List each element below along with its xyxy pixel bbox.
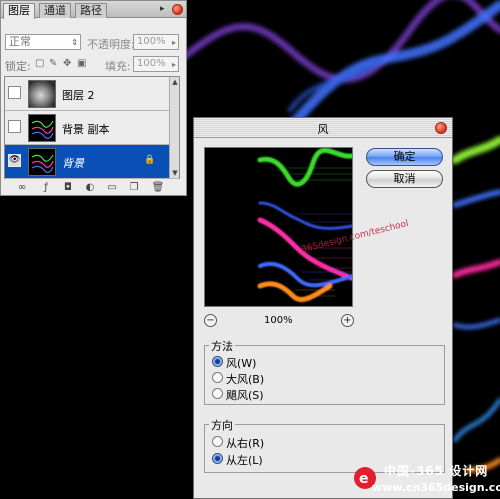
radio-dot [212, 436, 223, 447]
method-group: 方法 风(W) 大风(B) 飓风(S) [204, 338, 445, 405]
scroll-down-icon[interactable]: ▼ [170, 168, 180, 178]
zoom-level: 100% [264, 315, 293, 326]
direction-group-label: 方向 [209, 417, 235, 433]
radio-dot [212, 356, 223, 367]
blend-mode-select[interactable]: 正常 ⇕ [5, 34, 81, 50]
wind-dialog: 风 − 100% + 确定 取消 方法 风(W) 大风(B) 飓风(S) 方向 … [193, 117, 453, 499]
blend-mode-value: 正常 [9, 35, 31, 48]
dialog-titlebar[interactable]: 风 [194, 118, 452, 138]
radio-dot [212, 388, 223, 399]
panel-tab-bar: 图层 通道 路径 ▸ [1, 1, 186, 19]
radio-label: 大风(B) [226, 373, 265, 386]
layer-name: 背景 [62, 157, 84, 170]
opacity-label: 不透明度: [87, 38, 135, 51]
ok-button[interactable]: 确定 [366, 148, 443, 166]
panel-close-icon[interactable] [172, 4, 183, 15]
lock-all-icon[interactable]: ▣ [77, 59, 87, 69]
trash-icon[interactable]: 🗑 [151, 181, 165, 194]
layer-list: 图层 2 背景 副本 👁 背景 🔒 ▲ ▼ [4, 76, 180, 179]
lock-label: 锁定: [5, 60, 31, 73]
watermark-line1: 中国-365 设计网 [384, 464, 489, 478]
layer-thumbnail [28, 148, 56, 176]
link-icon[interactable]: ∞ [15, 181, 29, 194]
radio-label: 飓风(S) [226, 389, 264, 402]
fill-field[interactable]: 100% ▸ [133, 56, 179, 72]
folder-icon[interactable]: ▭ [105, 181, 119, 194]
cancel-button[interactable]: 取消 [366, 170, 443, 188]
layer-row-layer2[interactable]: 图层 2 [5, 77, 179, 111]
chevron-updown-icon: ⇕ [71, 38, 78, 47]
chevron-right-icon: ▸ [171, 60, 176, 69]
radio-label: 从左(L) [226, 454, 263, 467]
fill-label: 填充: [105, 60, 131, 73]
tab-channels[interactable]: 通道 [39, 3, 71, 18]
watermark-line2: www.cn365design.com [372, 481, 500, 494]
radio-dot [212, 372, 223, 383]
layers-panel: 图层 通道 路径 ▸ 正常 ⇕ 不透明度: 100% ▸ 锁定: ▢ ✎ ✥ ▣… [0, 0, 187, 196]
lock-icon: 🔒 [144, 155, 156, 165]
visibility-toggle[interactable] [8, 120, 21, 133]
layer-list-scrollbar[interactable]: ▲ ▼ [169, 77, 179, 178]
chevron-right-icon: ▸ [171, 38, 176, 47]
visibility-toggle[interactable] [8, 86, 21, 99]
opacity-value: 100% [137, 36, 166, 47]
svg-text:e: e [359, 471, 369, 487]
layer-name: 图层 2 [62, 89, 95, 102]
zoom-in-button[interactable]: + [341, 314, 354, 327]
radio-label: 从右(R) [226, 437, 265, 450]
lock-transparency-icon[interactable]: ▢ [35, 59, 45, 69]
radio-label: 风(W) [226, 357, 257, 370]
panel-menu-icon[interactable]: ▸ [160, 5, 170, 15]
radio-dot [212, 453, 223, 464]
layer-thumbnail [28, 114, 56, 142]
zoom-out-button[interactable]: − [204, 314, 217, 327]
layers-bottom-bar: ∞ ƒ ◘ ◐ ▭ ❐ 🗑 [1, 181, 186, 195]
new-layer-icon[interactable]: ❐ [127, 181, 141, 194]
opacity-field[interactable]: 100% ▸ [133, 34, 179, 50]
mask-icon[interactable]: ◘ [61, 181, 75, 194]
layer-style-icon[interactable]: ƒ [39, 181, 53, 194]
eye-icon[interactable]: 👁 [8, 154, 21, 167]
dialog-title: 风 [317, 123, 329, 136]
layer-row-background-copy[interactable]: 背景 副本 [5, 111, 179, 145]
scroll-up-icon[interactable]: ▲ [170, 77, 180, 87]
tab-paths[interactable]: 路径 [75, 3, 107, 18]
close-icon[interactable] [435, 122, 447, 134]
tab-layers[interactable]: 图层 [3, 3, 35, 19]
lock-move-icon[interactable]: ✥ [63, 59, 73, 69]
layer-name: 背景 副本 [62, 123, 110, 136]
adjustment-icon[interactable]: ◐ [83, 181, 97, 194]
layer-row-background[interactable]: 👁 背景 🔒 [5, 145, 179, 179]
method-group-label: 方法 [209, 338, 235, 354]
layer-thumbnail [28, 80, 56, 108]
filter-preview[interactable] [204, 147, 353, 307]
fill-value: 100% [137, 58, 166, 69]
lock-brush-icon[interactable]: ✎ [49, 59, 59, 69]
